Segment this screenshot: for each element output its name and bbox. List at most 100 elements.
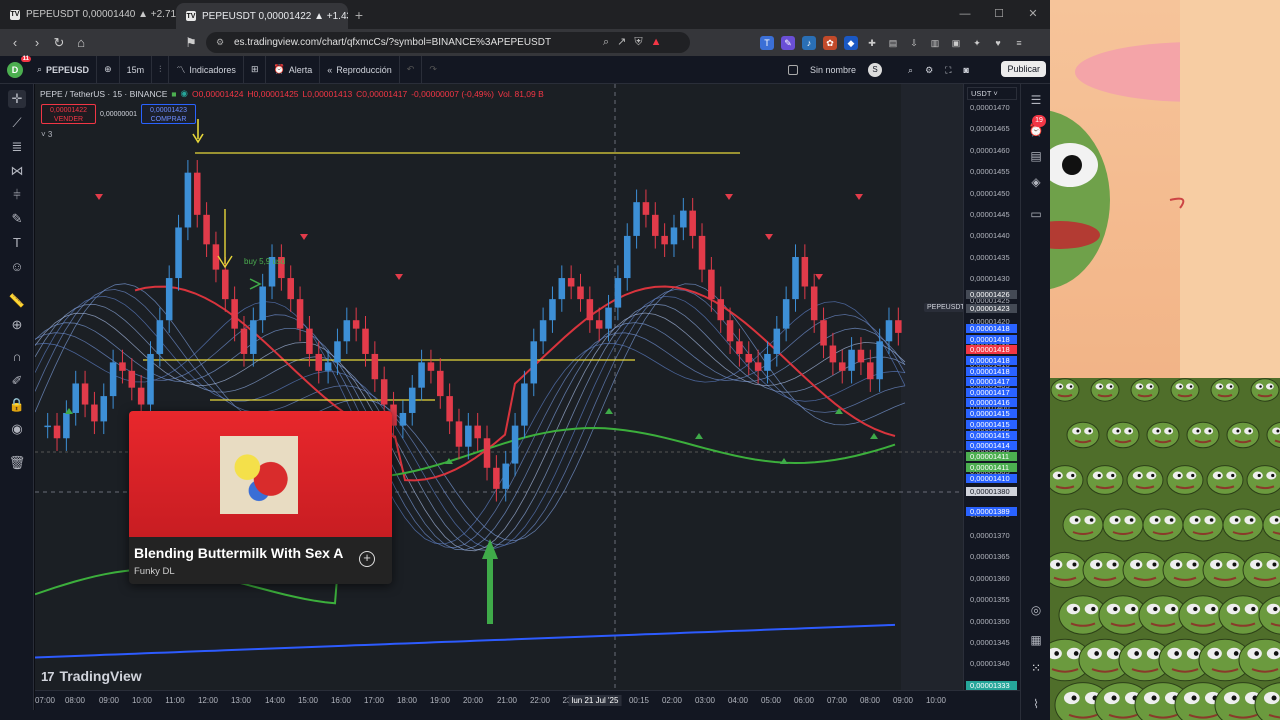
buy-button[interactable]: 0,00001423 COMPRAR [140,104,196,124]
browser-tab-active[interactable]: TV PEPEUSDT 0,00001422 ▲ +1.43 ✕ [176,3,348,29]
watchlist-icon[interactable]: ☰ [1028,92,1044,108]
audio-icon[interactable]: ♪ [802,35,816,50]
publish-button[interactable]: Publicar [1001,61,1046,77]
extension-red-icon[interactable]: ✿ [823,35,837,50]
brush-icon[interactable]: ✎ [8,210,26,228]
reload-icon[interactable]: ↻ [48,35,70,51]
price-axis-label: 0,00001430 [970,274,1010,284]
sidebar-icon[interactable]: ▥ [928,36,942,50]
apps-icon[interactable]: ⁙ [1028,660,1044,676]
price-tag: 0,00001411 [966,463,1017,472]
fullscreen-icon[interactable]: ⛶ [945,65,951,76]
notification-badge: 11 [20,55,31,62]
signal-icon[interactable]: ⌇ [1028,696,1044,712]
layout-icon[interactable] [788,65,798,75]
trash-icon[interactable]: 🗑 [8,454,26,472]
candle-body [72,383,79,413]
candle-body [100,396,108,422]
eye-icon[interactable]: ◉ [8,420,26,438]
lock-drawing-icon[interactable]: ✐ [8,372,26,390]
settings-icon[interactable]: ⚙ [925,65,933,76]
browser-essentials-icon[interactable]: ♥ [991,36,1005,50]
maximize-icon[interactable]: ☐ [982,0,1016,29]
user-menu[interactable]: D 11 [0,55,31,84]
close-window-icon[interactable]: ✕ [1016,0,1050,29]
price-tag: 0,00001417 [966,388,1017,397]
redo-button[interactable]: ↷ [422,56,444,84]
ruler-icon[interactable]: 📏 [8,292,26,310]
chart-type-button[interactable]: ⫶ [152,55,170,84]
price-axis[interactable]: USDT ˅ 0,00001470 0,00001465 0,00001460 0,0… [963,84,1020,690]
pen-icon[interactable]: ✎ [781,35,795,50]
home-icon[interactable]: ⌂ [70,35,92,50]
shield-icon[interactable]: ⛨ [634,32,642,53]
copilot-icon[interactable]: ✦ [970,36,984,50]
new-tab-icon[interactable]: + [348,7,370,23]
crosshair-icon[interactable]: ✛ [8,90,26,108]
candle-body [792,256,799,300]
avatar[interactable]: D 11 [7,55,31,78]
replay-button[interactable]: « Reproducción [320,55,400,84]
price-tag: 0,00001418 [966,345,1017,354]
layout-badge[interactable]: S [868,63,883,77]
tabs-icon[interactable]: ▤ [886,36,900,50]
minimize-icon[interactable]: — [948,0,982,29]
lock-icon[interactable]: 🔒 [8,396,26,414]
fib-icon[interactable]: ≣ [8,138,26,156]
extension-blue-icon[interactable]: ◆ [844,35,858,50]
menu-icon[interactable]: ≡ [1012,36,1026,50]
text-icon[interactable]: T [8,234,26,252]
add-to-library-button[interactable]: + [359,551,375,567]
site-info-icon[interactable]: ⚙ [216,32,224,53]
search-icon[interactable]: ⌕ [603,32,609,53]
legend-title[interactable]: PEPE / TetherUS · 15 · BINANCE [40,89,167,99]
compare-button[interactable]: ⊕ [97,55,120,84]
templates-button[interactable]: ⊞ [244,55,267,84]
price-tag: 0,00001410 [966,474,1017,483]
translate-icon[interactable]: T [760,35,774,50]
indicators-button[interactable]: 〽 Indicadores [169,55,244,84]
chart-pane[interactable]: PEPE / TetherUS · 15 · BINANCE ■ ◉ O0,00… [35,84,963,690]
chart-canvas[interactable] [35,84,963,690]
bookmark-icon[interactable]: ⚑ [180,35,202,51]
pattern-icon[interactable]: ⋈ [8,162,26,180]
alert-button[interactable]: ⏰ Alerta [266,55,321,84]
download-icon[interactable]: ⇩ [907,36,921,50]
sell-button[interactable]: 0,00001422 VENDER [41,104,96,124]
quick-search-icon[interactable]: ⌕ [908,65,913,76]
trend-line-icon[interactable]: ⟋ [8,114,26,132]
camera-icon[interactable]: ◙ [963,65,968,75]
symbol-price-label: PEPEUSDT [924,303,968,312]
forward-icon[interactable]: › [26,35,48,50]
warning-icon[interactable]: ▲ [651,32,662,53]
undo-button[interactable]: ↶ [400,55,423,84]
puzzle-icon[interactable]: ✚ [865,36,879,50]
layers-icon[interactable]: ◈ [1028,174,1044,190]
emoji-icon[interactable]: ☺ [8,258,26,276]
time-axis-label: 18:00 [396,696,418,705]
news-icon[interactable]: ▤ [1028,148,1044,164]
forecast-icon[interactable]: ⫩ [8,186,26,204]
watermark-text: TradingView [59,668,142,684]
pepe-face [1082,551,1128,589]
browser-tab[interactable]: TV PEPEUSDT 0,00001440 ▲ +2.71% Sin [0,0,176,29]
time-axis[interactable]: 07:00 08:00 09:00 10:00 11:00 12:00 13:00 14:00… [35,690,1020,710]
target-icon[interactable]: ◎ [1028,602,1044,618]
indicators-collapse[interactable]: ˅ 3 [41,130,52,139]
calendar-icon[interactable]: ▦ [1028,632,1044,648]
candle-body [726,320,734,342]
side-image-panel [1050,0,1280,720]
chat-icon[interactable]: ▭ [1028,206,1044,222]
symbol-search[interactable]: ⌕ PEPEUSD [30,55,98,84]
currency-selector[interactable]: USDT ˅ [967,87,1017,100]
back-icon[interactable]: ‹ [4,35,26,50]
magnet-icon[interactable]: ∩ [8,348,26,366]
layout-name[interactable]: Sin nombre [810,65,856,75]
zoom-icon[interactable]: ⊕ [8,316,26,334]
chart-annotation[interactable]: buy 5,9 usd [244,257,285,266]
interval-button[interactable]: 15m [120,55,153,84]
split-view-icon[interactable]: ▣ [949,36,963,50]
share-icon[interactable]: ↗ [617,32,626,53]
media-player-popup[interactable]: Blending Buttermilk With Sex A Funky DL … [129,411,392,584]
currency-label: USDT [971,89,992,98]
